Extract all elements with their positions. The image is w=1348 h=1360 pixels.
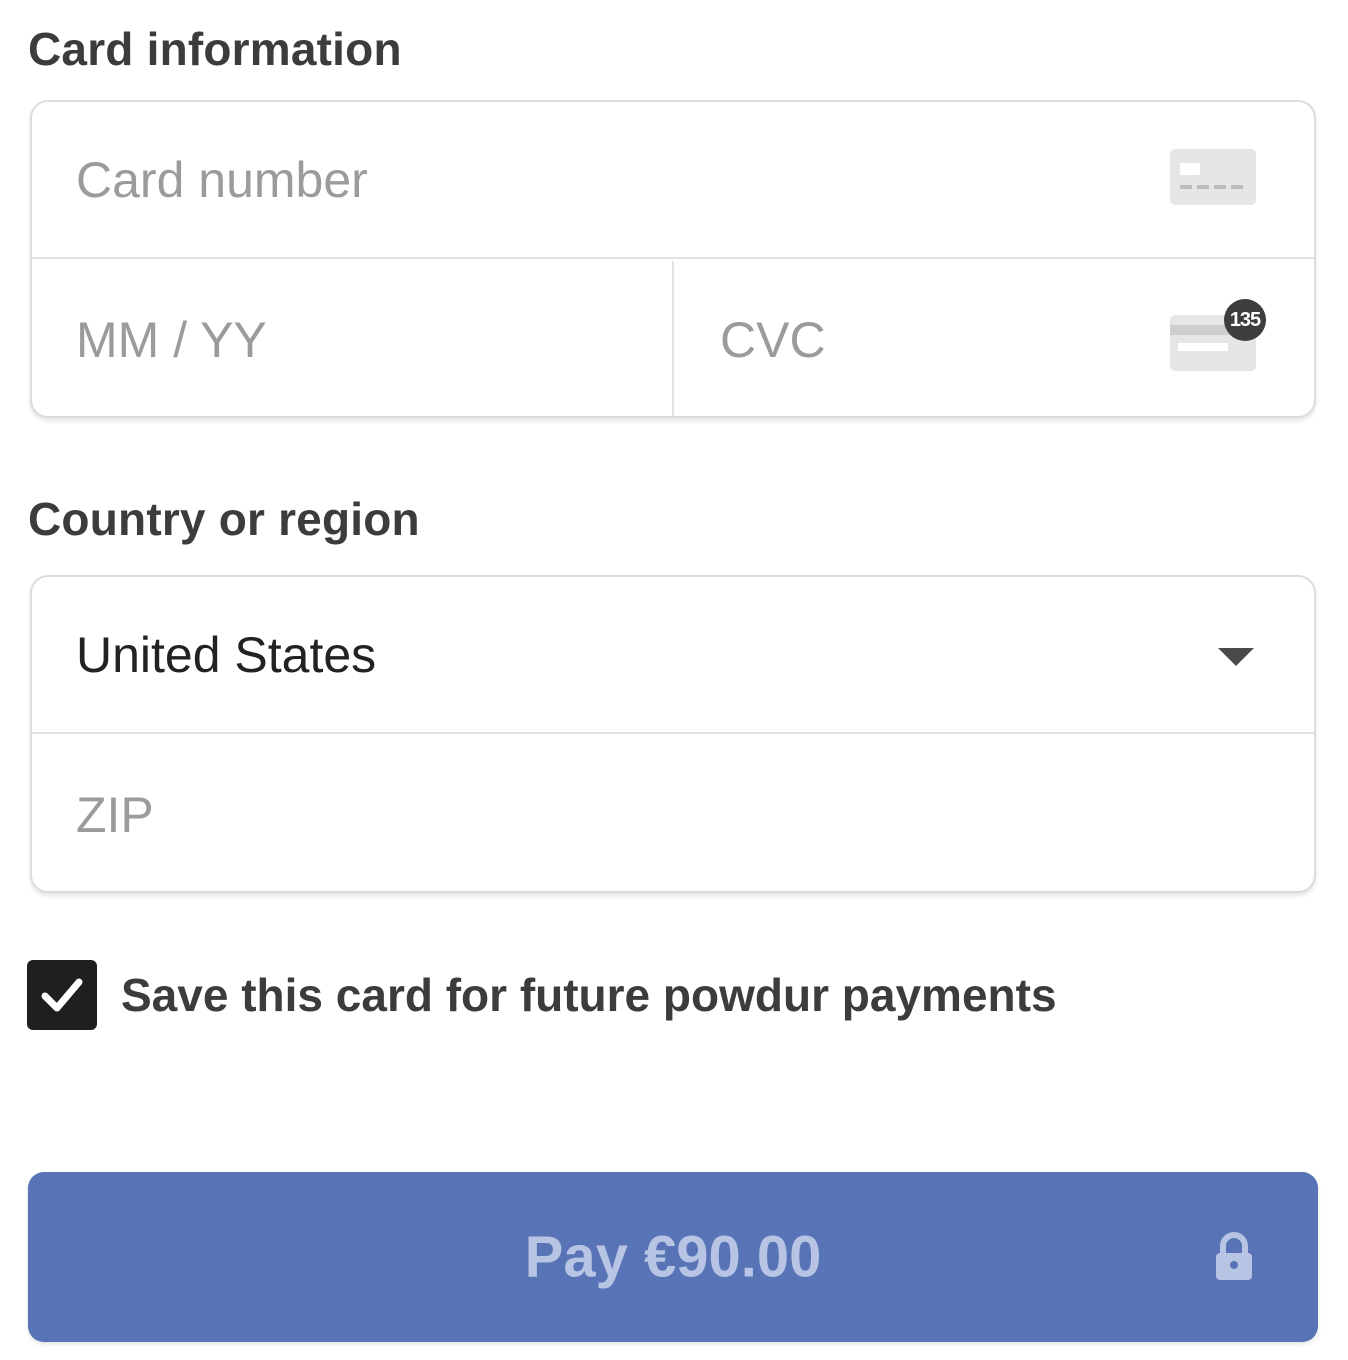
card-information-box: Card number MM / YY CVC 135 — [30, 100, 1316, 418]
card-expiry-cvc-row: MM / YY CVC 135 — [32, 261, 1314, 416]
lock-icon — [1216, 1232, 1252, 1280]
country-selected-value: United States — [76, 626, 377, 683]
country-select[interactable]: United States — [32, 577, 1314, 734]
card-number-placeholder: Card number — [76, 151, 368, 208]
chevron-down-icon — [1218, 648, 1254, 666]
country-zip-box: United States ZIP — [30, 575, 1316, 893]
card-information-label: Card information — [28, 23, 402, 75]
payment-form: Card information Card number MM / YY CVC… — [0, 0, 1348, 1360]
cvc-field[interactable]: CVC 135 — [676, 261, 1314, 416]
cvc-badge: 135 — [1224, 299, 1266, 341]
cvc-card-icon: 135 — [1170, 299, 1266, 371]
save-card-checkbox[interactable] — [27, 960, 97, 1030]
save-card-option: Save this card for future powdur payment… — [27, 960, 1227, 1030]
card-icon — [1170, 149, 1256, 205]
expiry-field[interactable]: MM / YY — [32, 261, 674, 416]
zip-field[interactable]: ZIP — [32, 736, 1314, 891]
card-number-field[interactable]: Card number — [32, 102, 1314, 259]
cvc-placeholder: CVC — [720, 311, 826, 368]
pay-button[interactable]: Pay €90.00 — [28, 1172, 1318, 1342]
expiry-placeholder: MM / YY — [76, 311, 267, 368]
zip-placeholder: ZIP — [76, 786, 154, 843]
checkmark-icon — [41, 978, 83, 1012]
country-region-label: Country or region — [28, 493, 420, 545]
save-card-label: Save this card for future powdur payment… — [121, 969, 1057, 1021]
pay-button-label: Pay €90.00 — [524, 1224, 822, 1290]
